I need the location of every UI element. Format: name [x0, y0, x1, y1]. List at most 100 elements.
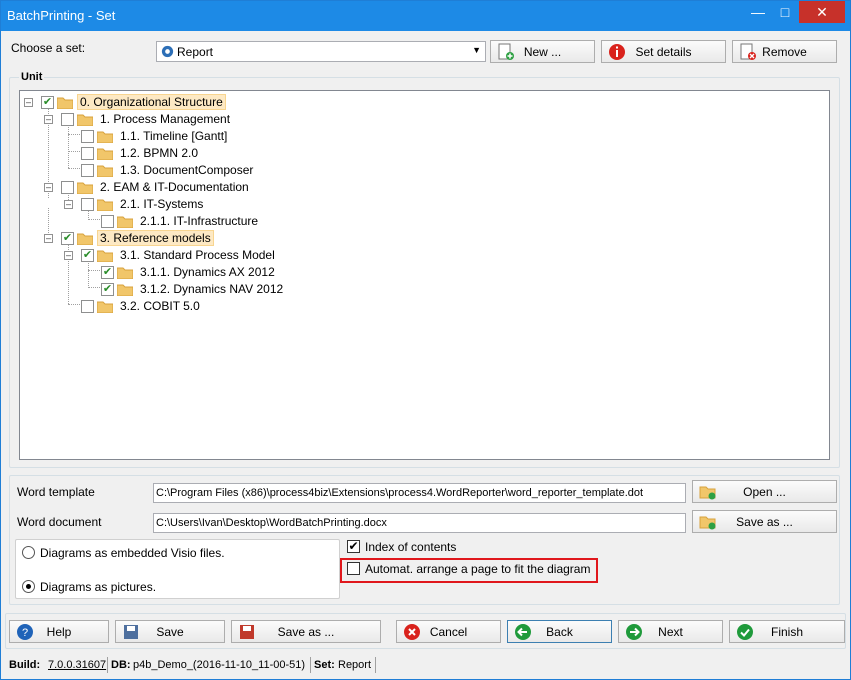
tree-node-checkbox[interactable] [81, 147, 94, 160]
embedded-visio-label: Diagrams as embedded Visio files. [40, 546, 225, 560]
folder-icon [97, 131, 113, 143]
set-dropdown-value: Report [177, 45, 214, 59]
tree-node-label: 2.1.1. IT-Infrastructure [140, 214, 259, 228]
pictures-radio[interactable] [22, 580, 35, 593]
folder-icon [117, 216, 133, 228]
highlight-box [340, 558, 598, 583]
tree-node-label: 1.2. BPMN 2.0 [120, 146, 199, 160]
batch-printing-window: BatchPrinting - Set — □ ✕ Choose a set: … [0, 0, 851, 680]
folder-icon [57, 97, 73, 109]
index-of-contents-label: Index of contents [365, 540, 457, 554]
new-set-label: New ... [523, 45, 562, 59]
help-label: Help [46, 625, 72, 639]
db-value: p4b_Demo_(2016-11-10_11-00-51) [133, 659, 306, 671]
tree-node-label: 3.1.1. Dynamics AX 2012 [140, 265, 275, 279]
save-label: Save [156, 625, 184, 639]
tree-node-label: 1.1. Timeline [Gantt] [120, 129, 228, 143]
tree-node-label: 1. Process Management [100, 112, 231, 126]
tree-node-label: 1.3. DocumentComposer [120, 163, 254, 177]
maximize-button[interactable]: □ [772, 1, 798, 23]
tree-node-checkbox[interactable]: ✔ [61, 232, 74, 245]
remove-set-label: Remove [762, 45, 807, 59]
cancel-label: Cancel [429, 625, 468, 639]
title-bar[interactable]: BatchPrinting - Set — □ ✕ [1, 1, 850, 31]
next-label: Next [658, 625, 683, 639]
cancel-button[interactable]: Cancel [396, 620, 501, 643]
tree-node-label: 2.1. IT-Systems [120, 197, 204, 211]
window-title: BatchPrinting - Set [7, 8, 116, 23]
index-of-contents-checkbox[interactable]: ✔ [347, 540, 360, 553]
unit-tree[interactable]: – ✔ 0. Organizational Structure – 1. Pro… [19, 90, 830, 460]
tree-node-checkbox[interactable] [81, 300, 94, 313]
tree-node-checkbox[interactable] [61, 113, 74, 126]
tree-node-checkbox[interactable]: ✔ [41, 96, 54, 109]
tree-node-label: 3.1. Standard Process Model [120, 248, 275, 262]
folder-icon [77, 114, 93, 126]
save-as-document-button[interactable]: Save as ... [692, 510, 837, 533]
set-label: Set: [314, 659, 335, 671]
folder-icon [97, 165, 113, 177]
set-details-label: Set details [635, 45, 692, 59]
unit-group-title: Unit [19, 71, 45, 83]
save-as-document-label: Save as ... [736, 515, 793, 529]
back-button[interactable]: Back [507, 620, 612, 643]
tree-node-label: 3.1.2. Dynamics NAV 2012 [140, 282, 284, 296]
next-button[interactable]: Next [618, 620, 723, 643]
folder-icon [117, 284, 133, 296]
build-value[interactable]: 7.0.0.31607 [48, 659, 106, 671]
word-document-field[interactable]: C:\Users\Ivan\Desktop\WordBatchPrinting.… [153, 513, 686, 533]
set-details-button[interactable]: Set details [601, 40, 726, 63]
set-dropdown[interactable]: Report ▼ [156, 41, 486, 62]
collapse-icon[interactable]: – [64, 200, 73, 209]
collapse-icon[interactable]: – [64, 251, 73, 260]
folder-icon [97, 148, 113, 160]
collapse-icon[interactable]: – [44, 183, 53, 192]
tree-node-checkbox[interactable] [81, 164, 94, 177]
folder-icon [77, 182, 93, 194]
save-as-label: Save as ... [277, 625, 335, 639]
save-as-button[interactable]: Save as ... [231, 620, 381, 643]
folder-icon [117, 267, 133, 279]
help-button[interactable]: ? Help [9, 620, 109, 643]
collapse-icon[interactable]: – [44, 234, 53, 243]
new-set-button[interactable]: New ... [490, 40, 595, 63]
collapse-icon[interactable]: – [24, 98, 33, 107]
tree-node-checkbox[interactable]: ✔ [101, 266, 114, 279]
tree-node-checkbox[interactable] [61, 181, 74, 194]
open-template-label: Open ... [743, 485, 786, 499]
chevron-down-icon: ▼ [472, 45, 481, 55]
tree-node-checkbox[interactable]: ✔ [101, 283, 114, 296]
folder-icon [97, 301, 113, 313]
word-template-field[interactable]: C:\Program Files (x86)\process4biz\Exten… [153, 483, 686, 503]
collapse-icon[interactable]: – [44, 115, 53, 124]
finish-label: Finish [770, 625, 803, 639]
folder-icon [97, 199, 113, 211]
embedded-visio-radio[interactable] [22, 546, 35, 559]
pictures-label: Diagrams as pictures. [40, 580, 157, 594]
back-label: Back [546, 625, 573, 639]
tree-node-checkbox[interactable]: ✔ [81, 249, 94, 262]
tree-node-label: 0. Organizational Structure [77, 94, 226, 110]
tree-node-label: 3. Reference models [97, 230, 214, 246]
open-template-button[interactable]: Open ... [692, 480, 837, 503]
build-label: Build: [9, 659, 41, 671]
remove-set-button[interactable]: Remove [732, 40, 837, 63]
gear-icon [161, 45, 174, 58]
choose-set-label: Choose a set: [11, 41, 86, 55]
minimize-button[interactable]: — [745, 1, 771, 23]
folder-icon [77, 233, 93, 245]
tree-node-checkbox[interactable] [101, 215, 114, 228]
save-button[interactable]: Save [115, 620, 225, 643]
tree-node-checkbox[interactable] [81, 198, 94, 211]
finish-button[interactable]: Finish [729, 620, 845, 643]
db-label: DB: [111, 659, 131, 671]
tree-node-label: 2. EAM & IT-Documentation [100, 180, 249, 194]
close-button[interactable]: ✕ [799, 1, 845, 23]
folder-icon [97, 250, 113, 262]
tree-node-checkbox[interactable] [81, 130, 94, 143]
tree-node-label: 3.2. COBIT 5.0 [120, 299, 200, 313]
status-bar: Build: 7.0.0.31607 DB: p4b_Demo_(2016-11… [5, 655, 848, 675]
word-template-label: Word template [17, 485, 95, 499]
set-value: Report [338, 659, 372, 671]
word-document-label: Word document [17, 515, 102, 529]
